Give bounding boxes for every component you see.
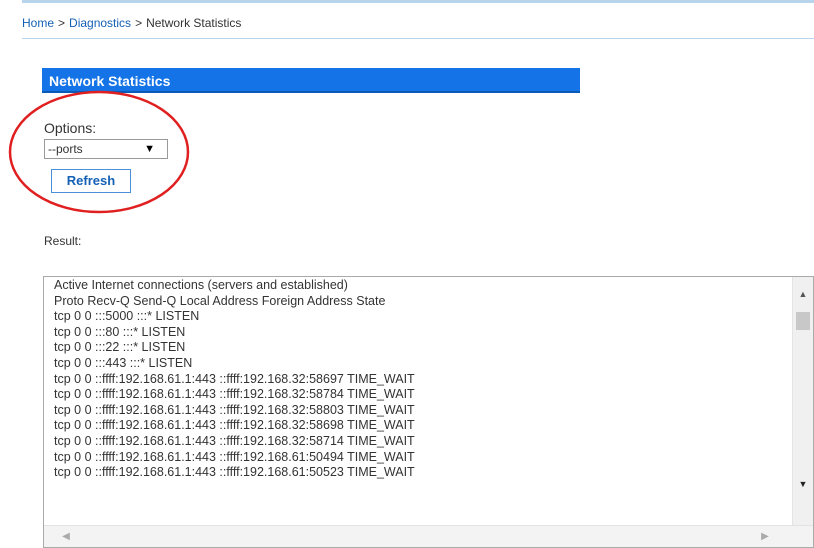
scroll-right-icon[interactable]: ▶	[755, 526, 775, 547]
refresh-button[interactable]: Refresh	[51, 169, 131, 193]
options-selected-value: --ports	[48, 142, 83, 156]
result-line: tcp 0 0 ::ffff:192.168.61.1:443 ::ffff:1…	[54, 402, 415, 417]
scroll-left-icon[interactable]: ◀	[56, 526, 76, 547]
breadcrumb-current: Network Statistics	[146, 16, 242, 30]
breadcrumb-home-link[interactable]: Home	[22, 16, 54, 30]
result-line: tcp 0 0 ::ffff:192.168.61.1:443 ::ffff:1…	[54, 418, 415, 433]
result-line: tcp 0 0 :::5000 :::* LISTEN	[54, 309, 200, 324]
scroll-down-icon[interactable]: ▼	[793, 475, 813, 493]
result-line: Active Internet connections (servers and…	[54, 278, 348, 292]
chevron-down-icon: ▼	[144, 143, 155, 155]
horizontal-scrollbar[interactable]: ◀ ▶	[44, 525, 813, 547]
result-line: tcp 0 0 ::ffff:192.168.61.1:443 ::ffff:1…	[54, 465, 415, 480]
result-label: Result:	[44, 234, 82, 248]
result-line: tcp 0 0 ::ffff:192.168.61.1:443 ::ffff:1…	[54, 387, 415, 402]
breadcrumb-separator: >	[58, 16, 66, 30]
options-select[interactable]: --ports ▼	[44, 139, 168, 159]
breadcrumb-divider	[22, 38, 814, 39]
result-textarea[interactable]: Active Internet connections (servers and…	[43, 276, 814, 548]
section-title: Network Statistics	[42, 68, 580, 93]
result-line: Proto Recv-Q Send-Q Local Address Foreig…	[54, 293, 386, 308]
result-line: tcp 0 0 ::ffff:192.168.61.1:443 ::ffff:1…	[54, 433, 415, 448]
result-content: Active Internet connections (servers and…	[54, 278, 792, 512]
result-line: tcp 0 0 ::ffff:192.168.61.1:443 ::ffff:1…	[54, 371, 415, 386]
result-line: tcp 0 0 :::22 :::* LISTEN	[54, 340, 186, 355]
breadcrumb-diagnostics-link[interactable]: Diagnostics	[69, 16, 131, 30]
vertical-scrollbar[interactable]: ▲ ▼	[792, 277, 813, 527]
options-label: Options:	[44, 120, 97, 136]
result-line: tcp 0 0 :::443 :::* LISTEN	[54, 355, 193, 370]
scroll-up-icon[interactable]: ▲	[793, 285, 813, 303]
result-line: tcp 0 0 ::ffff:192.168.61.1:443 ::ffff:1…	[54, 449, 415, 464]
breadcrumb: Home > Diagnostics > Network Statistics	[22, 16, 241, 30]
breadcrumb-separator: >	[135, 16, 143, 30]
result-line: tcp 0 0 :::80 :::* LISTEN	[54, 324, 186, 339]
top-divider	[22, 0, 814, 3]
scroll-thumb[interactable]	[796, 312, 810, 330]
